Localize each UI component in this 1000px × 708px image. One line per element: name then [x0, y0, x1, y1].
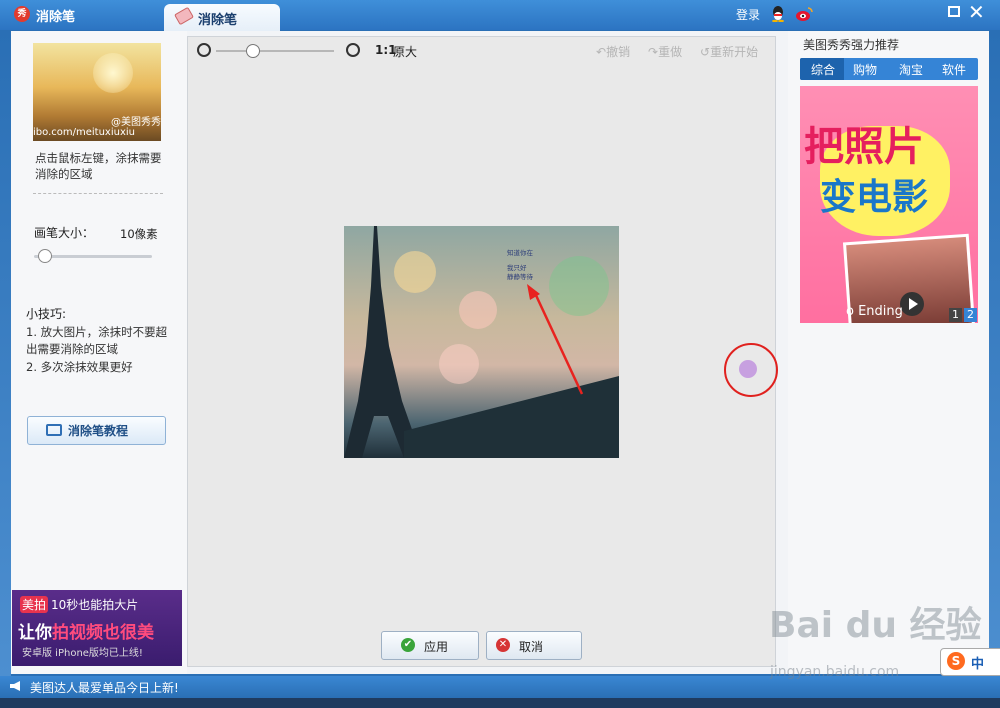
recommend-title: 美图秀秀强力推荐 [803, 38, 900, 52]
status-message[interactable]: 美图达人最爱单品今日上新! [30, 679, 179, 696]
ad-headline-1: 把照片 [804, 124, 924, 170]
baidu-watermark-url: jingyan.baidu.com [770, 664, 900, 680]
ad-page-2[interactable]: 2 [964, 308, 977, 322]
tip-item: 2. 多次涂抹效果更好 [26, 360, 133, 374]
close-circle-icon: ✕ [496, 638, 510, 652]
brush-size-slider-handle[interactable] [38, 249, 52, 263]
ad-caption: o Ending [846, 304, 903, 319]
redo-label: 重做 [658, 45, 683, 59]
app-logo-icon: 秀 [14, 6, 30, 22]
apply-label: 应用 [424, 640, 449, 654]
weibo-icon[interactable] [795, 6, 813, 22]
cancel-label: 取消 [519, 640, 544, 654]
ime-toolbar[interactable]: S 中 [940, 648, 1000, 676]
zoom-slider[interactable] [216, 50, 334, 52]
sogou-ime-icon: S [947, 652, 965, 670]
ad-badge: 美拍 [20, 596, 49, 613]
ad-line3: 安卓版 iPhone版均已上线! [22, 648, 143, 659]
ad-headline-2: 变电影 [820, 177, 929, 218]
usage-hint: 点击鼠标左键，涂抹需要消除的区域 [35, 151, 162, 181]
ad-page-1[interactable]: 1 [949, 308, 962, 322]
zoom-out-icon[interactable] [197, 43, 211, 57]
photo-caption-line: 知道你在 [507, 249, 533, 257]
close-icon[interactable]: ✕ [968, 2, 985, 22]
tab-taobao[interactable]: 淘宝 [899, 61, 923, 78]
edited-photo[interactable]: 知道你在 我只好 静静等待 [344, 226, 619, 458]
tab-eraser[interactable]: 消除笔 [164, 4, 280, 31]
thumbnail-watermark-url: ibo.com/meituxiuxiu [33, 127, 135, 138]
ad-line1-text: 10秒也能拍大片 [51, 598, 139, 612]
redo-icon: ↷ [648, 45, 659, 59]
ad-line2-highlight: 拍视频也很美 [52, 623, 154, 643]
baidu-watermark: Bai du 经验 [769, 605, 982, 646]
brush-cursor [739, 360, 757, 378]
restart-label: 重新开始 [710, 45, 759, 59]
zoom-in-icon[interactable] [346, 43, 360, 57]
zoom-slider-handle[interactable] [246, 44, 260, 58]
eraser-icon [174, 6, 194, 26]
photo-caption: 知道你在 我只好 静静等待 [507, 249, 533, 282]
redo-button[interactable]: ↷重做 [648, 43, 682, 60]
photo-caption-line: 我只好 [507, 264, 527, 272]
window-frame-right [989, 31, 1000, 676]
tab-general[interactable]: 综合 [811, 61, 835, 78]
restart-button[interactable]: ↺重新开始 [700, 43, 758, 60]
eiffel-tower-silhouette [344, 226, 619, 458]
tab-shopping[interactable]: 购物 [853, 61, 877, 78]
photo-to-movie-ad[interactable]: 把照片 变电影 o Ending 1 2 [800, 86, 978, 323]
ad-line2: 让你拍视频也很美 [18, 618, 154, 643]
window-frame-left [0, 31, 11, 676]
undo-label: 撤销 [606, 45, 631, 59]
ime-mode-label: 中 [971, 657, 985, 672]
restart-icon: ↺ [700, 45, 711, 59]
ad-line1: 美拍 10秒也能拍大片 [20, 596, 138, 613]
eraser-tutorial-button[interactable]: 消除笔教程 [27, 416, 166, 445]
app-title: 消除笔 [36, 10, 76, 25]
maximize-icon[interactable] [948, 6, 960, 17]
check-icon: ✔ [401, 638, 415, 652]
brush-size-label: 画笔大小： [34, 226, 95, 240]
thumbnail-watermark-handle: @美图秀秀 [111, 117, 161, 128]
meipai-ad-banner[interactable]: 美拍 10秒也能拍大片 让你拍视频也很美 安卓版 iPhone版均已上线! [12, 590, 182, 666]
brush-size-value: 10像素 [120, 227, 158, 241]
tab-label: 消除笔 [198, 13, 238, 28]
divider [33, 193, 163, 194]
play-icon[interactable] [900, 292, 924, 316]
login-link[interactable]: 登录 [736, 6, 760, 23]
tips-title: 小技巧: [26, 307, 67, 321]
book-icon [46, 424, 62, 436]
taskbar [0, 698, 1000, 708]
apply-button[interactable]: ✔ 应用 [381, 631, 479, 660]
cancel-button[interactable]: ✕ 取消 [486, 631, 582, 660]
title-bar [0, 0, 1000, 30]
actual-size-label[interactable]: 原大 [393, 43, 417, 60]
tip-item: 1. 放大图片，涂抹时不要超出需要消除的区域 [26, 325, 168, 356]
tutorial-button-label: 消除笔教程 [68, 424, 129, 438]
qq-icon[interactable] [771, 6, 785, 22]
undo-button[interactable]: ↶撤销 [596, 43, 630, 60]
tab-software[interactable]: 软件 [942, 61, 966, 78]
ad-line2-prefix: 让你 [18, 623, 52, 643]
undo-icon: ↶ [596, 45, 607, 59]
photo-caption-line: 静静等待 [507, 273, 533, 281]
